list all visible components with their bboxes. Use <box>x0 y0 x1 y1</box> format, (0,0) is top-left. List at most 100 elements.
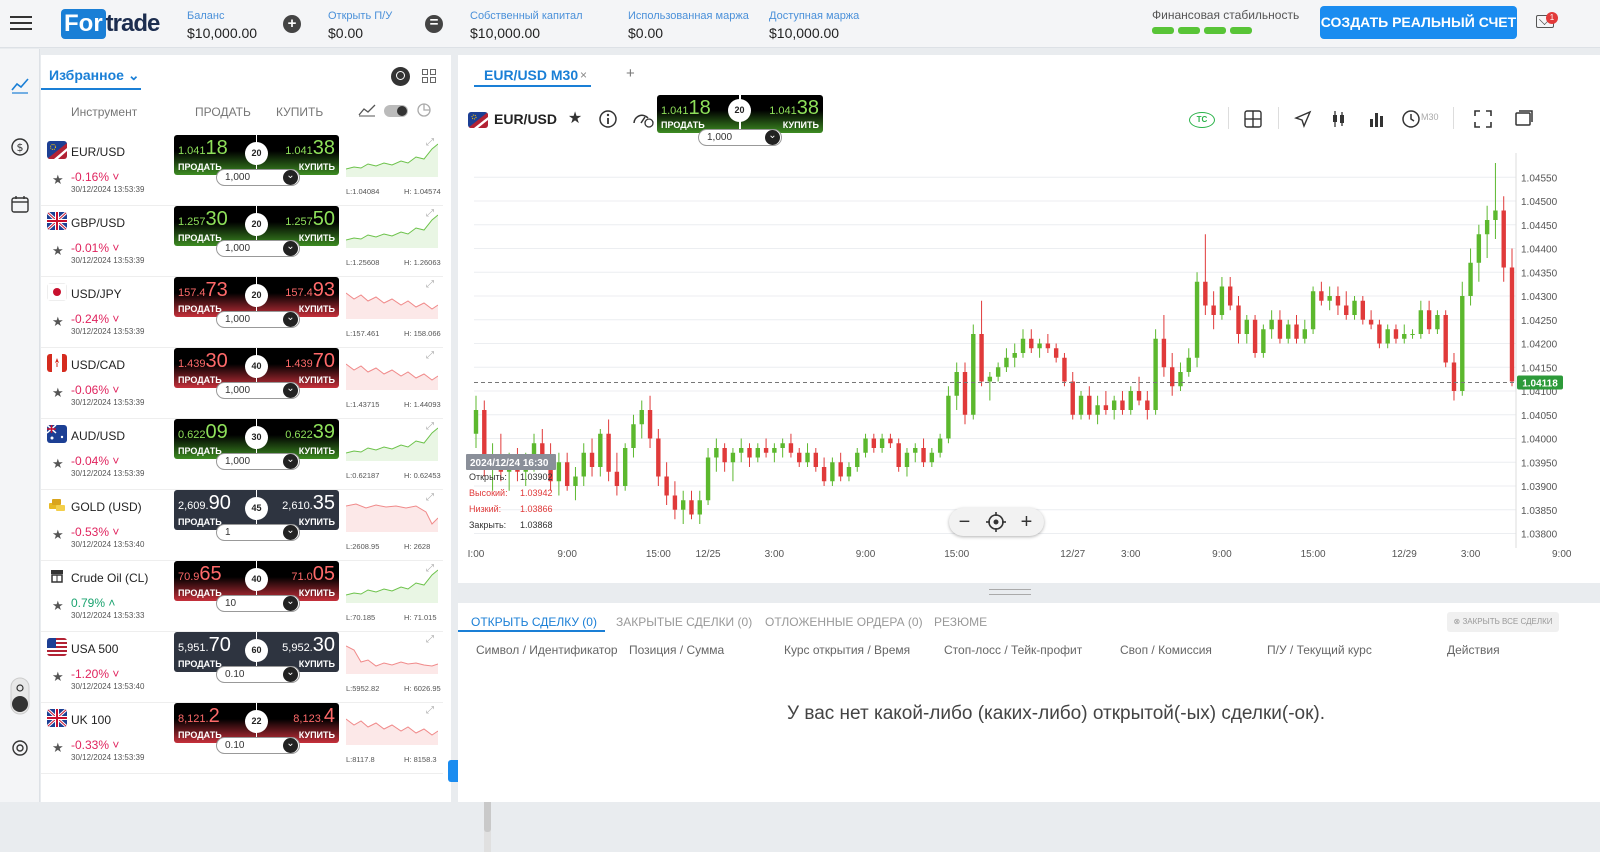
expand-icon[interactable]: ⤢ <box>426 492 434 503</box>
timeframe-clock-icon[interactable] <box>1401 109 1421 129</box>
expand-icon[interactable]: ⤢ <box>426 421 434 432</box>
quantity-select[interactable]: 1,000 <box>216 311 300 328</box>
star-icon[interactable]: ★ <box>52 669 64 685</box>
candle <box>1335 296 1341 306</box>
create-real-account-button[interactable]: СОЗДАТЬ РЕАЛЬНЫЙ СЧЕТ <box>1320 6 1517 39</box>
search-icon[interactable] <box>391 67 410 86</box>
pie-icon[interactable] <box>417 103 431 117</box>
panel-splitter[interactable] <box>458 583 1600 603</box>
instrument-row[interactable]: EUR/USD ★ -0.16% ˅ 30/12/2024 13:53:39 1… <box>41 135 443 206</box>
tab-pending-orders[interactable]: ОТЛОЖЕННЫЕ ОРДЕРА (0) <box>765 615 923 629</box>
expand-icon[interactable]: ⤢ <box>426 634 434 645</box>
quote-timestamp: 30/12/2024 13:53:40 <box>71 682 145 691</box>
quantity-select[interactable]: 1,000 <box>216 382 300 399</box>
deposit-plus-icon[interactable]: + <box>283 15 301 33</box>
star-icon[interactable]: ★ <box>52 314 64 330</box>
chart-quantity-select[interactable]: 1,000 <box>698 129 782 146</box>
tab-summary[interactable]: РЕЗЮМЕ <box>934 615 987 629</box>
expand-icon[interactable]: ⤢ <box>426 137 434 148</box>
chart-sell-button[interactable]: 1.04118 ПРОДАТЬ <box>657 95 739 133</box>
instrument-row[interactable]: AUD/USD ★ -0.04% ˅ 30/12/2024 13:53:39 0… <box>41 419 443 490</box>
theme-toggle-icon[interactable] <box>10 677 30 715</box>
expand-icon[interactable]: ⤢ <box>426 563 434 574</box>
instrument-row[interactable]: GOLD (USD) ★ -0.53% ˅ 30/12/2024 13:53:4… <box>41 490 443 561</box>
timeframe-label[interactable]: M30 <box>1421 112 1439 122</box>
instrument-symbol[interactable]: AUD/USD <box>71 429 125 443</box>
star-icon[interactable]: ★ <box>52 740 64 756</box>
logo[interactable]: For trade <box>61 8 161 40</box>
layout-grid-icon[interactable] <box>1243 109 1263 129</box>
info-icon[interactable] <box>598 109 618 129</box>
sparkline-toggle-icon[interactable] <box>358 103 376 117</box>
instrument-row[interactable]: GBP/USD ★ -0.01% ˅ 30/12/2024 13:53:39 1… <box>41 206 443 277</box>
speed-clock-icon[interactable] <box>631 109 655 129</box>
instrument-symbol[interactable]: USD/CAD <box>71 358 125 372</box>
instrument-symbol[interactable]: USA 500 <box>71 642 118 656</box>
instrument-symbol[interactable]: EUR/USD <box>71 145 125 159</box>
tab-open-trades[interactable]: ОТКРЫТЬ СДЕЛКУ (0) <box>471 615 597 629</box>
instrument-symbol[interactable]: GBP/USD <box>71 216 125 230</box>
quantity-select[interactable]: 1,000 <box>216 453 300 470</box>
tc-icon[interactable]: TC <box>1189 112 1215 128</box>
current-price-label: 1.04118 <box>1522 378 1558 389</box>
star-icon[interactable]: ★ <box>52 385 64 401</box>
instrument-row[interactable]: Crude Oil (CL) ★ 0.79% ˄ 30/12/2024 13:5… <box>41 561 443 632</box>
chart-line-icon[interactable] <box>10 75 30 95</box>
fullscreen-icon[interactable] <box>1473 109 1493 129</box>
equals-icon[interactable]: = <box>425 15 443 33</box>
watchlist-title[interactable]: Избранное ⌄ <box>49 67 140 84</box>
logo-suffix: trade <box>105 10 161 37</box>
quantity-select[interactable]: 10 <box>216 595 300 612</box>
instrument-row[interactable]: USD/CAD ★ -0.06% ˅ 30/12/2024 13:53:39 1… <box>41 348 443 419</box>
collapse-panel-handle[interactable] <box>448 760 458 782</box>
tab-eurusd-m30[interactable]: EUR/USD M30 <box>484 67 578 83</box>
instrument-row[interactable]: UK 100 ★ -0.33% ˅ 30/12/2024 13:53:39 8,… <box>41 703 443 774</box>
candle <box>921 448 926 463</box>
chart-buy-button[interactable]: 1.04138 КУПИТЬ <box>741 95 823 133</box>
day-low: L:1.43715 <box>346 400 380 409</box>
instrument-symbol[interactable]: USD/JPY <box>71 287 122 301</box>
detach-window-icon[interactable] <box>1514 109 1534 129</box>
tab-closed-trades[interactable]: ЗАКРЫТЫЕ СДЕЛКИ (0) <box>616 615 752 629</box>
star-icon[interactable]: ★ <box>52 172 64 188</box>
support-icon[interactable] <box>10 738 30 758</box>
quantity-select[interactable]: 1,000 <box>216 240 300 257</box>
expand-icon[interactable]: ⤢ <box>426 350 434 361</box>
sparkline <box>346 214 438 248</box>
dollar-icon[interactable]: $ <box>10 137 30 157</box>
menu-icon[interactable] <box>10 12 32 34</box>
candlestick-type-icon[interactable] <box>1330 109 1350 129</box>
add-tab-icon[interactable]: + <box>626 65 635 82</box>
instrument-symbol[interactable]: UK 100 <box>71 713 111 727</box>
quantity-select[interactable]: 1,000 <box>216 169 300 186</box>
drawing-tool-icon[interactable] <box>1293 109 1313 129</box>
star-icon[interactable]: ★ <box>52 456 64 472</box>
star-icon[interactable]: ★ <box>52 598 64 614</box>
zoom-in-button[interactable]: + <box>1011 508 1042 536</box>
reset-crosshair-icon[interactable] <box>980 508 1011 536</box>
quantity-select[interactable]: 1 <box>216 524 300 541</box>
flag-us-icon <box>47 638 67 656</box>
star-icon[interactable]: ★ <box>52 243 64 259</box>
instrument-row[interactable]: USA 500 ★ -1.20% ˅ 30/12/2024 13:53:40 5… <box>41 632 443 703</box>
indicators-icon[interactable] <box>1367 109 1387 129</box>
close-all-trades-button[interactable]: ⊗ ЗАКРЫТЬ ВСЕ СДЕЛКИ <box>1447 612 1559 632</box>
calendar-icon[interactable] <box>10 194 30 214</box>
star-icon[interactable]: ★ <box>52 527 64 543</box>
quantity-select[interactable]: 0.10 <box>216 666 300 683</box>
expand-icon[interactable]: ⤢ <box>426 208 434 219</box>
instrument-row[interactable]: USD/JPY ★ -0.24% ˅ 30/12/2024 13:53:39 1… <box>41 277 443 348</box>
expand-icon[interactable]: ⤢ <box>426 705 434 716</box>
instrument-symbol[interactable]: Crude Oil (CL) <box>71 571 148 585</box>
close-tab-icon[interactable]: × <box>580 68 587 82</box>
day-low: L:2608.95 <box>346 542 380 551</box>
grid-view-icon[interactable] <box>422 69 436 83</box>
quantity-select[interactable]: 0.10 <box>216 737 300 754</box>
expand-icon[interactable]: ⤢ <box>426 279 434 290</box>
view-toggle[interactable] <box>384 105 408 117</box>
zoom-out-button[interactable]: − <box>949 508 980 536</box>
instrument-symbol[interactable]: GOLD (USD) <box>71 500 142 514</box>
quote-timestamp: 30/12/2024 13:53:39 <box>71 398 145 407</box>
star-icon[interactable]: ★ <box>565 109 585 129</box>
candle <box>1327 296 1332 301</box>
